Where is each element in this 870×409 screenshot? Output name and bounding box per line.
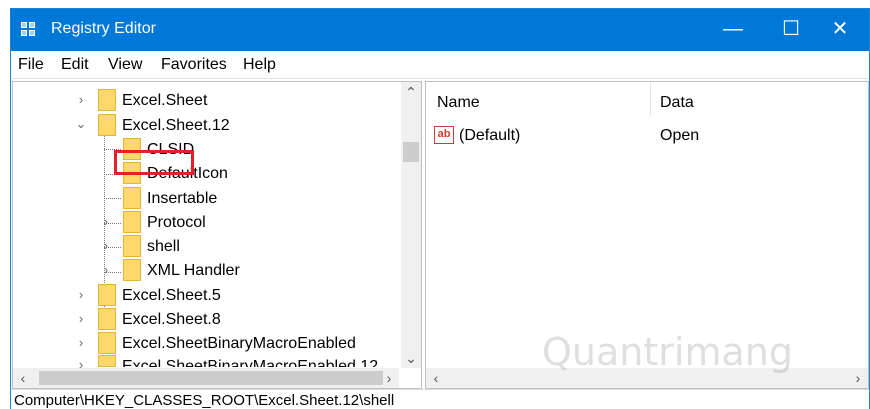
tree-item-excel-sheetbinarymacroenabled-12[interactable]: Excel.SheetBinaryMacroEnabled.12 [122,355,378,367]
column-header-data[interactable]: Data [660,94,694,112]
chevron-right-icon[interactable]: › [75,336,87,349]
chevron-right-icon[interactable]: › [75,312,87,325]
registry-editor-window: Registry Editor — ☐ ✕ File Edit View Fav… [10,8,870,409]
scroll-up-icon[interactable]: ⌃ [401,82,421,102]
window-title: Registry Editor [51,20,156,37]
scroll-left-icon[interactable]: ‹ [426,368,446,388]
tree-item-excel-sheet-5[interactable]: Excel.Sheet.5 [122,284,221,308]
scroll-thumb[interactable] [39,371,383,385]
scroll-left-icon[interactable]: ‹ [13,368,33,388]
menu-file[interactable]: File [18,56,44,74]
registry-tree-pane[interactable]: › Excel.Sheet ⌄ Excel.Sheet.12 CLSID Def… [12,81,422,389]
registry-editor-icon [21,22,37,38]
folder-icon [98,308,116,330]
chevron-down-icon[interactable]: ⌄ [75,117,87,130]
status-bar: Computer\HKEY_CLASSES_ROOT\Excel.Sheet.1… [11,389,869,409]
registry-path: Computer\HKEY_CLASSES_ROOT\Excel.Sheet.1… [14,392,395,409]
string-value-icon: ab [434,126,454,144]
tree-item-excel-sheet[interactable]: Excel.Sheet [122,89,207,113]
scroll-right-icon[interactable]: › [379,368,399,388]
folder-icon [98,355,116,367]
value-name: (Default) [459,127,521,144]
scroll-thumb[interactable] [403,142,419,162]
folder-icon [98,284,116,306]
tree-vertical-scrollbar[interactable]: ⌃ ⌄ [401,82,421,368]
chevron-right-icon[interactable]: › [75,288,87,301]
scroll-down-icon[interactable]: ⌄ [401,348,421,368]
chevron-right-icon[interactable]: › [75,93,87,106]
folder-icon [123,211,141,233]
column-divider[interactable] [650,82,651,116]
menu-edit[interactable]: Edit [61,56,89,74]
menu-favorites[interactable]: Favorites [161,56,227,74]
selection-highlight [114,150,194,175]
tree-item-xml-handler[interactable]: XML Handler [147,259,240,283]
minimize-button[interactable]: — [704,9,762,51]
tree-item-insertable[interactable]: Insertable [147,187,217,211]
close-button[interactable]: ✕ [811,9,869,51]
folder-icon [123,235,141,257]
tree-item-shell[interactable]: shell [147,235,180,259]
value-row[interactable]: ab (Default) Open [426,125,870,147]
menu-view[interactable]: View [108,56,142,74]
folder-icon [98,332,116,354]
tree-item-excel-sheetbinarymacroenabled[interactable]: Excel.SheetBinaryMacroEnabled [122,332,356,356]
tree-item-excel-sheet-8[interactable]: Excel.Sheet.8 [122,308,221,332]
folder-icon [123,187,141,209]
title-bar[interactable]: Registry Editor — ☐ ✕ [11,9,869,51]
tree-horizontal-scrollbar[interactable]: ‹ › [13,368,399,388]
folder-icon [98,89,116,111]
menu-help[interactable]: Help [243,56,276,74]
folder-icon [123,259,141,281]
menu-bar: File Edit View Favorites Help [11,51,869,79]
watermark: Quantrimang [542,330,793,374]
column-header-name[interactable]: Name [437,94,480,112]
chevron-right-icon[interactable]: › [100,215,112,228]
chevron-right-icon[interactable]: › [100,263,112,276]
tree-item-protocol[interactable]: Protocol [147,211,206,235]
chevron-right-icon[interactable]: › [100,239,112,252]
folder-icon [98,114,116,136]
value-data: Open [660,127,700,144]
tree-item-excel-sheet-12[interactable]: Excel.Sheet.12 [122,114,230,138]
